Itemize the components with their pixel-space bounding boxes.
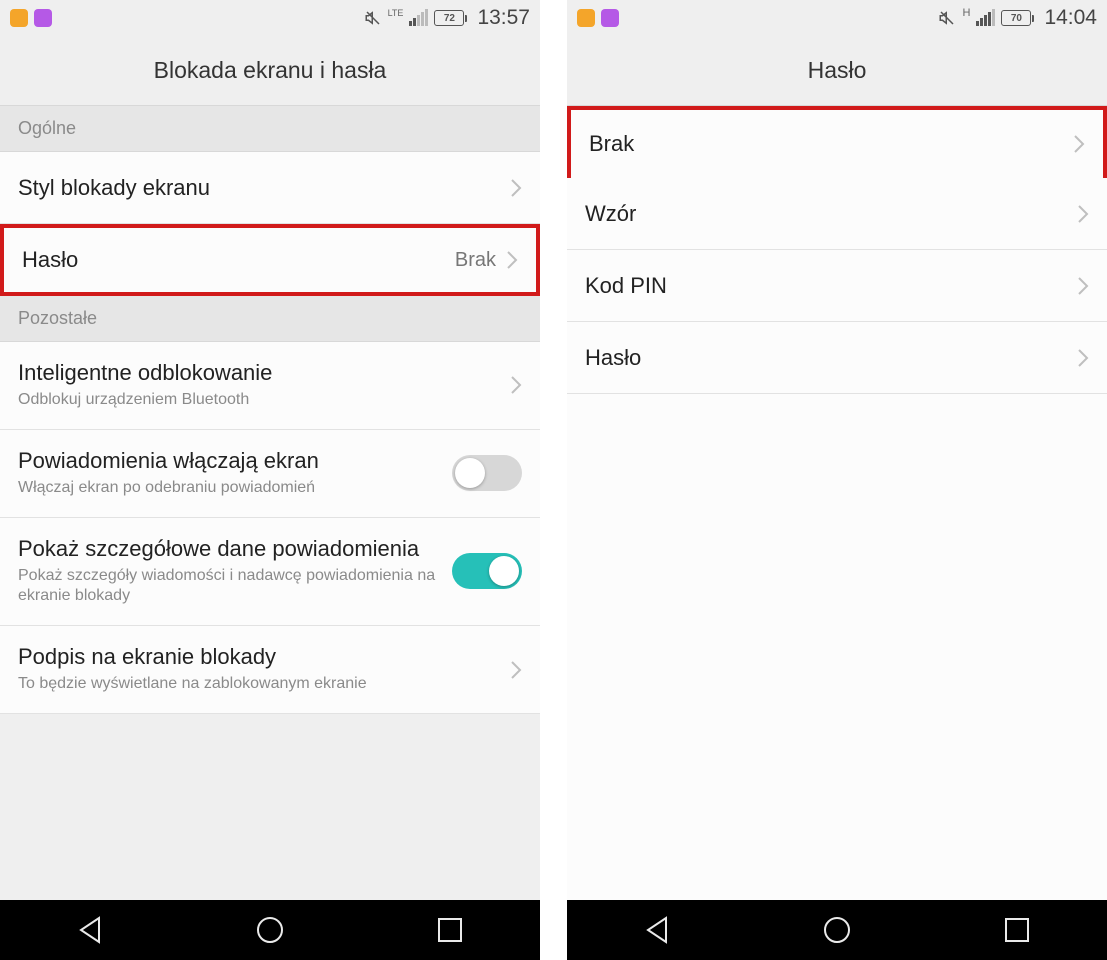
battery-level: 72 bbox=[434, 10, 464, 26]
status-bar: LTE 72 13:57 bbox=[0, 0, 540, 36]
chevron-right-icon bbox=[1077, 348, 1089, 368]
chevron-right-icon bbox=[506, 250, 518, 270]
signal-icon bbox=[976, 10, 995, 26]
item-lock-style[interactable]: Styl blokady ekranu bbox=[0, 152, 540, 224]
battery-level: 70 bbox=[1001, 10, 1031, 26]
item-password-title: Hasło bbox=[22, 247, 455, 273]
item-notifications-wake-screen[interactable]: Powiadomienia włączają ekran Włączaj ekr… bbox=[0, 430, 540, 518]
section-header-general: Ogólne bbox=[0, 106, 540, 152]
item-smart-unlock[interactable]: Inteligentne odblokowanie Odblokuj urząd… bbox=[0, 342, 540, 430]
item-lock-signature-subtitle: To będzie wyświetlane na zablokowanym ek… bbox=[18, 674, 510, 695]
item-notif-wake-subtitle: Włączaj ekran po odebraniu powiadomień bbox=[18, 478, 452, 499]
status-right: LTE 72 13:57 bbox=[364, 6, 530, 30]
section-header-other: Pozostałe bbox=[0, 296, 540, 342]
item-notif-details-subtitle: Pokaż szczegóły wiadomości i nadawcę pow… bbox=[18, 566, 452, 608]
mute-icon bbox=[938, 9, 956, 27]
item-password-value: Brak bbox=[455, 249, 496, 272]
nav-recents-button[interactable] bbox=[433, 913, 467, 947]
signal-icon bbox=[409, 10, 428, 26]
clock: 14:04 bbox=[1044, 6, 1097, 30]
item-lock-style-title: Styl blokady ekranu bbox=[18, 175, 510, 201]
status-bar: H 70 14:04 bbox=[567, 0, 1107, 36]
item-lock-signature[interactable]: Podpis na ekranie blokady To będzie wyśw… bbox=[0, 626, 540, 714]
mute-icon bbox=[364, 9, 382, 27]
status-app-icon-2 bbox=[601, 9, 619, 27]
nav-recents-button[interactable] bbox=[1000, 913, 1034, 947]
page-title: Hasło bbox=[567, 36, 1107, 106]
item-notif-wake-title: Powiadomienia włączają ekran bbox=[18, 448, 452, 474]
item-password-pin[interactable]: Kod PIN bbox=[567, 250, 1107, 322]
navigation-bar bbox=[0, 900, 540, 960]
password-options-list: Brak Wzór Kod PIN Hasło bbox=[567, 106, 1107, 900]
item-password[interactable]: Hasło Brak bbox=[0, 224, 540, 296]
nav-home-button[interactable] bbox=[820, 913, 854, 947]
nav-back-button[interactable] bbox=[73, 913, 107, 947]
status-right: H 70 14:04 bbox=[938, 6, 1097, 30]
item-password-password-title: Hasło bbox=[585, 345, 1077, 371]
status-left bbox=[10, 9, 52, 27]
item-smart-unlock-title: Inteligentne odblokowanie bbox=[18, 360, 510, 386]
item-password-none-title: Brak bbox=[589, 131, 1073, 157]
item-password-password[interactable]: Hasło bbox=[567, 322, 1107, 394]
phone-screen-left: LTE 72 13:57 Blokada ekranu i hasła Ogól… bbox=[0, 0, 540, 960]
item-smart-unlock-subtitle: Odblokuj urządzeniem Bluetooth bbox=[18, 390, 510, 411]
item-password-pattern[interactable]: Wzór bbox=[567, 178, 1107, 250]
network-type-label: H bbox=[962, 7, 970, 19]
status-left bbox=[577, 9, 619, 27]
network-type-label: LTE bbox=[388, 8, 404, 18]
toggle-notif-wake[interactable] bbox=[452, 455, 522, 491]
page-title: Blokada ekranu i hasła bbox=[0, 36, 540, 106]
phone-screen-right: H 70 14:04 Hasło Brak bbox=[567, 0, 1107, 960]
battery-icon: 72 bbox=[434, 10, 467, 26]
toggle-notif-details[interactable] bbox=[452, 553, 522, 589]
chevron-right-icon bbox=[510, 375, 522, 395]
chevron-right-icon bbox=[1073, 134, 1085, 154]
item-notif-details-title: Pokaż szczegółowe dane powiadomienia bbox=[18, 536, 452, 562]
navigation-bar bbox=[567, 900, 1107, 960]
item-password-pattern-title: Wzór bbox=[585, 201, 1077, 227]
clock: 13:57 bbox=[477, 6, 530, 30]
item-password-none[interactable]: Brak bbox=[567, 106, 1107, 178]
settings-list: Ogólne Styl blokady ekranu Hasło Brak Po… bbox=[0, 106, 540, 900]
item-notification-details[interactable]: Pokaż szczegółowe dane powiadomienia Pok… bbox=[0, 518, 540, 627]
chevron-right-icon bbox=[510, 178, 522, 198]
page-title-text: Blokada ekranu i hasła bbox=[154, 57, 387, 84]
nav-back-button[interactable] bbox=[640, 913, 674, 947]
status-app-icon-1 bbox=[10, 9, 28, 27]
item-password-pin-title: Kod PIN bbox=[585, 273, 1077, 299]
status-app-icon-2 bbox=[34, 9, 52, 27]
status-app-icon-1 bbox=[577, 9, 595, 27]
chevron-right-icon bbox=[510, 660, 522, 680]
chevron-right-icon bbox=[1077, 204, 1089, 224]
page-title-text: Hasło bbox=[808, 57, 867, 84]
nav-home-button[interactable] bbox=[253, 913, 287, 947]
chevron-right-icon bbox=[1077, 276, 1089, 296]
battery-icon: 70 bbox=[1001, 10, 1034, 26]
item-lock-signature-title: Podpis na ekranie blokady bbox=[18, 644, 510, 670]
